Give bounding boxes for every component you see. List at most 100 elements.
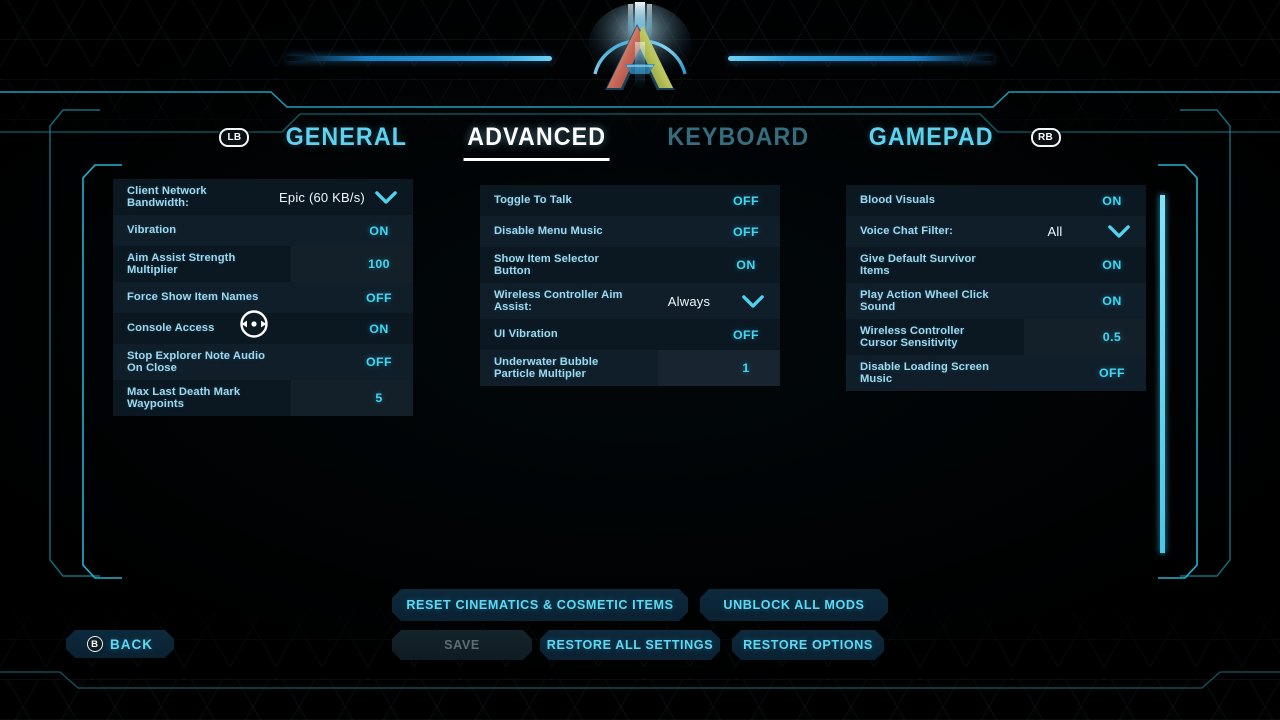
save-button[interactable]: SAVE xyxy=(392,630,532,660)
setting-label: Force Show Item Names xyxy=(127,291,359,303)
b-button-icon: B xyxy=(87,636,103,652)
setting-label-line1: UI Vibration xyxy=(494,328,558,341)
setting-label-line1: Vibration xyxy=(127,224,177,237)
setting-label: Toggle To Talk xyxy=(494,194,726,206)
setting-row[interactable]: Give Default Survivor Items ON xyxy=(846,247,1146,283)
left-bumper-icon: LB xyxy=(219,127,250,147)
header-accent-bar-right xyxy=(728,56,994,61)
setting-value[interactable]: All xyxy=(1010,224,1100,239)
setting-value[interactable]: Epic (60 KB/s) xyxy=(277,190,367,205)
ark-logo xyxy=(571,2,709,102)
setting-value[interactable]: OFF xyxy=(726,194,766,208)
setting-row[interactable]: UI Vibration OFF xyxy=(480,319,780,350)
setting-label-line2: Particle Multipler xyxy=(494,368,586,380)
settings-column-middle: Toggle To Talk OFF Disable Menu Music OFF Sh… xyxy=(480,185,780,386)
setting-label-line2: Button xyxy=(494,265,531,277)
settings-tab-bar[interactable]: LB GENERAL ADVANCED KEYBOARD GAMEPAD RB xyxy=(0,112,1280,162)
setting-value[interactable]: 0.5 xyxy=(1092,330,1132,344)
setting-row[interactable]: Underwater Bubble Particle Multipler 1 xyxy=(480,350,780,386)
unblock-all-mods-button[interactable]: UNBLOCK ALL MODS xyxy=(700,589,888,621)
setting-row[interactable]: Client Network Bandwidth: Epic (60 KB/s) xyxy=(113,179,413,215)
setting-row[interactable]: Toggle To Talk OFF xyxy=(480,185,780,216)
tab-gamepad[interactable]: GAMEPAD xyxy=(863,121,999,154)
setting-label: Wireless Controller Aim Assist: xyxy=(494,289,644,314)
setting-label-line1: Disable Menu Music xyxy=(494,225,603,238)
setting-value[interactable]: ON xyxy=(359,322,399,336)
setting-value[interactable]: ON xyxy=(726,258,766,272)
setting-row[interactable]: Max Last Death Mark Waypoints 5 xyxy=(113,380,413,416)
setting-value[interactable]: 5 xyxy=(359,391,399,405)
back-button-label: BACK xyxy=(110,636,153,652)
setting-value[interactable]: 100 xyxy=(359,257,399,271)
setting-label: Play Action Wheel Click Sound xyxy=(860,289,1092,314)
setting-label-line1: Stop Explorer Note Audio xyxy=(127,349,266,362)
setting-value[interactable]: ON xyxy=(359,224,399,238)
setting-label: Stop Explorer Note Audio On Close xyxy=(127,350,359,375)
setting-label: UI Vibration xyxy=(494,328,726,340)
chevron-down-icon[interactable] xyxy=(373,191,399,204)
tab-advanced[interactable]: ADVANCED xyxy=(462,121,612,161)
setting-row[interactable]: Play Action Wheel Click Sound ON xyxy=(846,283,1146,319)
setting-value[interactable]: ON xyxy=(1092,294,1132,308)
setting-row[interactable]: Aim Assist Strength Multiplier 100 xyxy=(113,246,413,282)
tab-general[interactable]: GENERAL xyxy=(280,121,413,154)
restore-all-settings-button[interactable]: RESTORE ALL SETTINGS xyxy=(540,630,720,660)
reset-cinematics-button[interactable]: RESET CINEMATICS & COSMETIC ITEMS xyxy=(392,589,688,621)
setting-value[interactable]: OFF xyxy=(359,291,399,305)
chevron-down-icon[interactable] xyxy=(1106,225,1132,238)
setting-row[interactable]: Blood Visuals ON xyxy=(846,185,1146,216)
setting-label: Voice Chat Filter: xyxy=(860,225,1010,237)
setting-label-line1: Console Access xyxy=(127,322,215,335)
tab-keyboard[interactable]: KEYBOARD xyxy=(661,121,814,154)
setting-label-line1: Voice Chat Filter: xyxy=(860,225,953,238)
setting-label-line2: Bandwidth: xyxy=(127,197,189,209)
setting-row[interactable]: Stop Explorer Note Audio On Close OFF xyxy=(113,344,413,380)
setting-label-line2: Waypoints xyxy=(127,398,185,410)
setting-label: Max Last Death Mark Waypoints xyxy=(127,386,359,411)
setting-label-line1: Give Default Survivor xyxy=(860,252,976,265)
setting-value[interactable]: OFF xyxy=(726,225,766,239)
setting-label: Vibration xyxy=(127,224,359,236)
setting-label: Underwater Bubble Particle Multipler xyxy=(494,356,726,381)
setting-label-line2: Cursor Sensitivity xyxy=(860,337,958,349)
header-accent-bar-left xyxy=(286,56,552,61)
gamepad-cursor-icon xyxy=(238,308,270,340)
setting-label-line1: Underwater Bubble xyxy=(494,355,599,368)
back-button[interactable]: B BACK xyxy=(66,630,174,658)
settings-column-right: Blood Visuals ON Voice Chat Filter: All Give… xyxy=(846,185,1146,391)
setting-value[interactable]: OFF xyxy=(359,355,399,369)
setting-label-line2: Sound xyxy=(860,301,896,313)
setting-row[interactable]: Wireless Controller Cursor Sensitivity 0.5 xyxy=(846,319,1146,355)
setting-label: Disable Loading Screen Music xyxy=(860,361,1092,386)
scrollbar-thumb[interactable] xyxy=(1160,195,1165,553)
setting-row[interactable]: Show Item Selector Button ON xyxy=(480,247,780,283)
setting-row[interactable]: Disable Loading Screen Music OFF xyxy=(846,355,1146,391)
setting-label: Blood Visuals xyxy=(860,194,1092,206)
setting-row[interactable]: Voice Chat Filter: All xyxy=(846,216,1146,247)
setting-label-line1: Max Last Death Mark xyxy=(127,385,241,398)
setting-label-line2: Items xyxy=(860,265,890,277)
setting-value[interactable]: OFF xyxy=(726,328,766,342)
setting-row[interactable]: Wireless Controller Aim Assist: Always xyxy=(480,283,780,319)
setting-row[interactable]: Disable Menu Music OFF xyxy=(480,216,780,247)
setting-label-line1: Wireless Controller xyxy=(860,324,965,337)
setting-label: Wireless Controller Cursor Sensitivity xyxy=(860,325,1092,350)
setting-value[interactable]: Always xyxy=(644,294,734,309)
setting-value[interactable]: ON xyxy=(1092,258,1132,272)
chevron-down-icon[interactable] xyxy=(740,295,766,308)
restore-options-button[interactable]: RESTORE OPTIONS xyxy=(732,630,884,660)
setting-label-line1: Blood Visuals xyxy=(860,194,936,207)
setting-value[interactable]: OFF xyxy=(1092,366,1132,380)
setting-label-line2: On Close xyxy=(127,362,177,374)
setting-value[interactable]: 1 xyxy=(726,361,766,375)
setting-label-line1: Wireless Controller Aim xyxy=(494,288,623,301)
setting-label-line1: Client Network xyxy=(127,184,207,197)
setting-label-line1: Show Item Selector xyxy=(494,252,600,265)
setting-label: Give Default Survivor Items xyxy=(860,253,1092,278)
right-bumper-icon: RB xyxy=(1030,127,1061,147)
setting-label-line2: Multiplier xyxy=(127,264,178,276)
setting-value[interactable]: ON xyxy=(1092,194,1132,208)
setting-label-line2: Assist: xyxy=(494,301,533,313)
setting-label: Aim Assist Strength Multiplier xyxy=(127,252,359,277)
setting-row[interactable]: Vibration ON xyxy=(113,215,413,246)
